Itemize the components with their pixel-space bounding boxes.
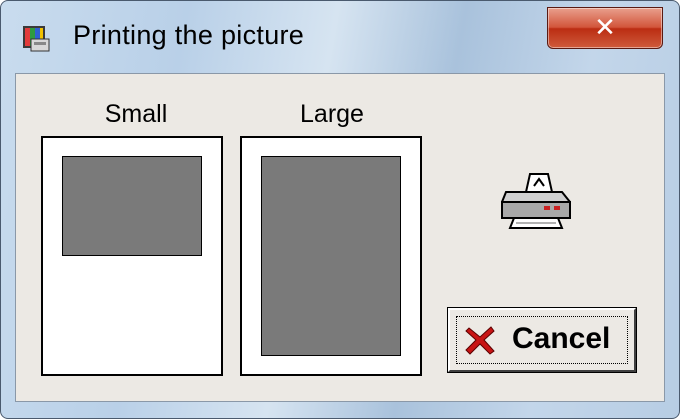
cancel-button[interactable]: Cancel — [447, 307, 637, 373]
large-picture-placeholder — [261, 156, 401, 356]
dialog-body: Small Large Cancel — [15, 73, 665, 402]
window-title: Printing the picture — [73, 20, 305, 50]
large-print-preview[interactable] — [240, 136, 422, 376]
red-x-icon — [465, 326, 495, 355]
small-size-label: Small — [104, 100, 168, 128]
large-size-label: Large — [300, 100, 364, 128]
print-dialog-window: Printing the picture ✕ Small Large Cance… — [0, 0, 680, 419]
small-picture-placeholder — [62, 156, 202, 256]
close-button[interactable]: ✕ — [547, 7, 663, 49]
title-bar[interactable]: Printing the picture ✕ — [1, 1, 679, 73]
small-print-preview[interactable] — [41, 136, 223, 376]
printer-icon — [501, 173, 571, 229]
paint-palette-icon — [23, 26, 50, 52]
close-icon: ✕ — [594, 12, 616, 42]
cancel-label: Cancel — [512, 322, 611, 355]
